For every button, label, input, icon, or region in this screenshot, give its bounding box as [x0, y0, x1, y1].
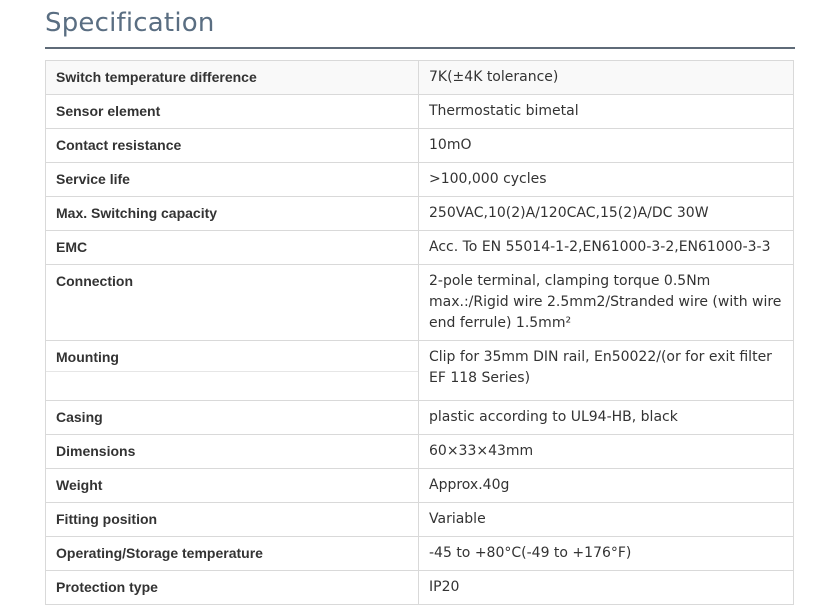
table-row: Fitting position Variable — [45, 502, 794, 537]
page-title: Specification — [45, 8, 215, 38]
spec-value: 7K(±4K tolerance) — [418, 60, 794, 95]
table-row: Weight Approx.40g — [45, 468, 794, 503]
table-row: Mounting Clip for 35mm DIN rail, En50022… — [45, 340, 794, 401]
spec-label: Operating/Storage temperature — [45, 536, 419, 571]
spec-label: Fitting position — [45, 502, 419, 537]
table-row: Protection type IP20 — [45, 570, 794, 605]
table-row: Switch temperature difference 7K(±4K tol… — [45, 60, 794, 95]
spec-label: Switch temperature difference — [45, 60, 419, 95]
spec-value: plastic according to UL94-HB, black — [418, 400, 794, 435]
table-row: Operating/Storage temperature -45 to +80… — [45, 536, 794, 571]
spec-label-cell: Mounting — [45, 340, 419, 401]
spec-value: Thermostatic bimetal — [418, 94, 794, 129]
spec-label: Protection type — [45, 570, 419, 605]
spec-value: Variable — [418, 502, 794, 537]
spec-label: Weight — [45, 468, 419, 503]
spec-value: 250VAC,10(2)A/120CAC,15(2)A/DC 30W — [418, 196, 794, 231]
spec-label: Dimensions — [45, 434, 419, 469]
spec-label-blank — [46, 372, 418, 400]
spec-label: Connection — [45, 264, 419, 341]
spec-value: 10mO — [418, 128, 794, 163]
table-row: Contact resistance 10mO — [45, 128, 794, 163]
table-row: EMC Acc. To EN 55014-1-2,EN61000-3-2,EN6… — [45, 230, 794, 265]
spec-value: Approx.40g — [418, 468, 794, 503]
spec-label: Max. Switching capacity — [45, 196, 419, 231]
spec-table: Switch temperature difference 7K(±4K tol… — [45, 60, 794, 605]
table-row: Dimensions 60×33×43mm — [45, 434, 794, 469]
title-divider — [45, 47, 795, 49]
spec-value: -45 to +80°C(-49 to +176°F) — [418, 536, 794, 571]
spec-label: Contact resistance — [45, 128, 419, 163]
spec-value: Clip for 35mm DIN rail, En50022/(or for … — [418, 340, 794, 401]
table-row: Casing plastic according to UL94-HB, bla… — [45, 400, 794, 435]
spec-label: EMC — [45, 230, 419, 265]
spec-label: Sensor element — [45, 94, 419, 129]
spec-label: Service life — [45, 162, 419, 197]
spec-value: 2-pole terminal, clamping torque 0.5Nm m… — [418, 264, 794, 341]
spec-value: >100,000 cycles — [418, 162, 794, 197]
spec-label: Mounting — [46, 341, 418, 372]
table-row: Connection 2-pole terminal, clamping tor… — [45, 264, 794, 341]
table-row: Max. Switching capacity 250VAC,10(2)A/12… — [45, 196, 794, 231]
spec-value: 60×33×43mm — [418, 434, 794, 469]
table-row: Sensor element Thermostatic bimetal — [45, 94, 794, 129]
spec-value: Acc. To EN 55014-1-2,EN61000-3-2,EN61000… — [418, 230, 794, 265]
spec-label: Casing — [45, 400, 419, 435]
spec-value: IP20 — [418, 570, 794, 605]
table-row: Service life >100,000 cycles — [45, 162, 794, 197]
